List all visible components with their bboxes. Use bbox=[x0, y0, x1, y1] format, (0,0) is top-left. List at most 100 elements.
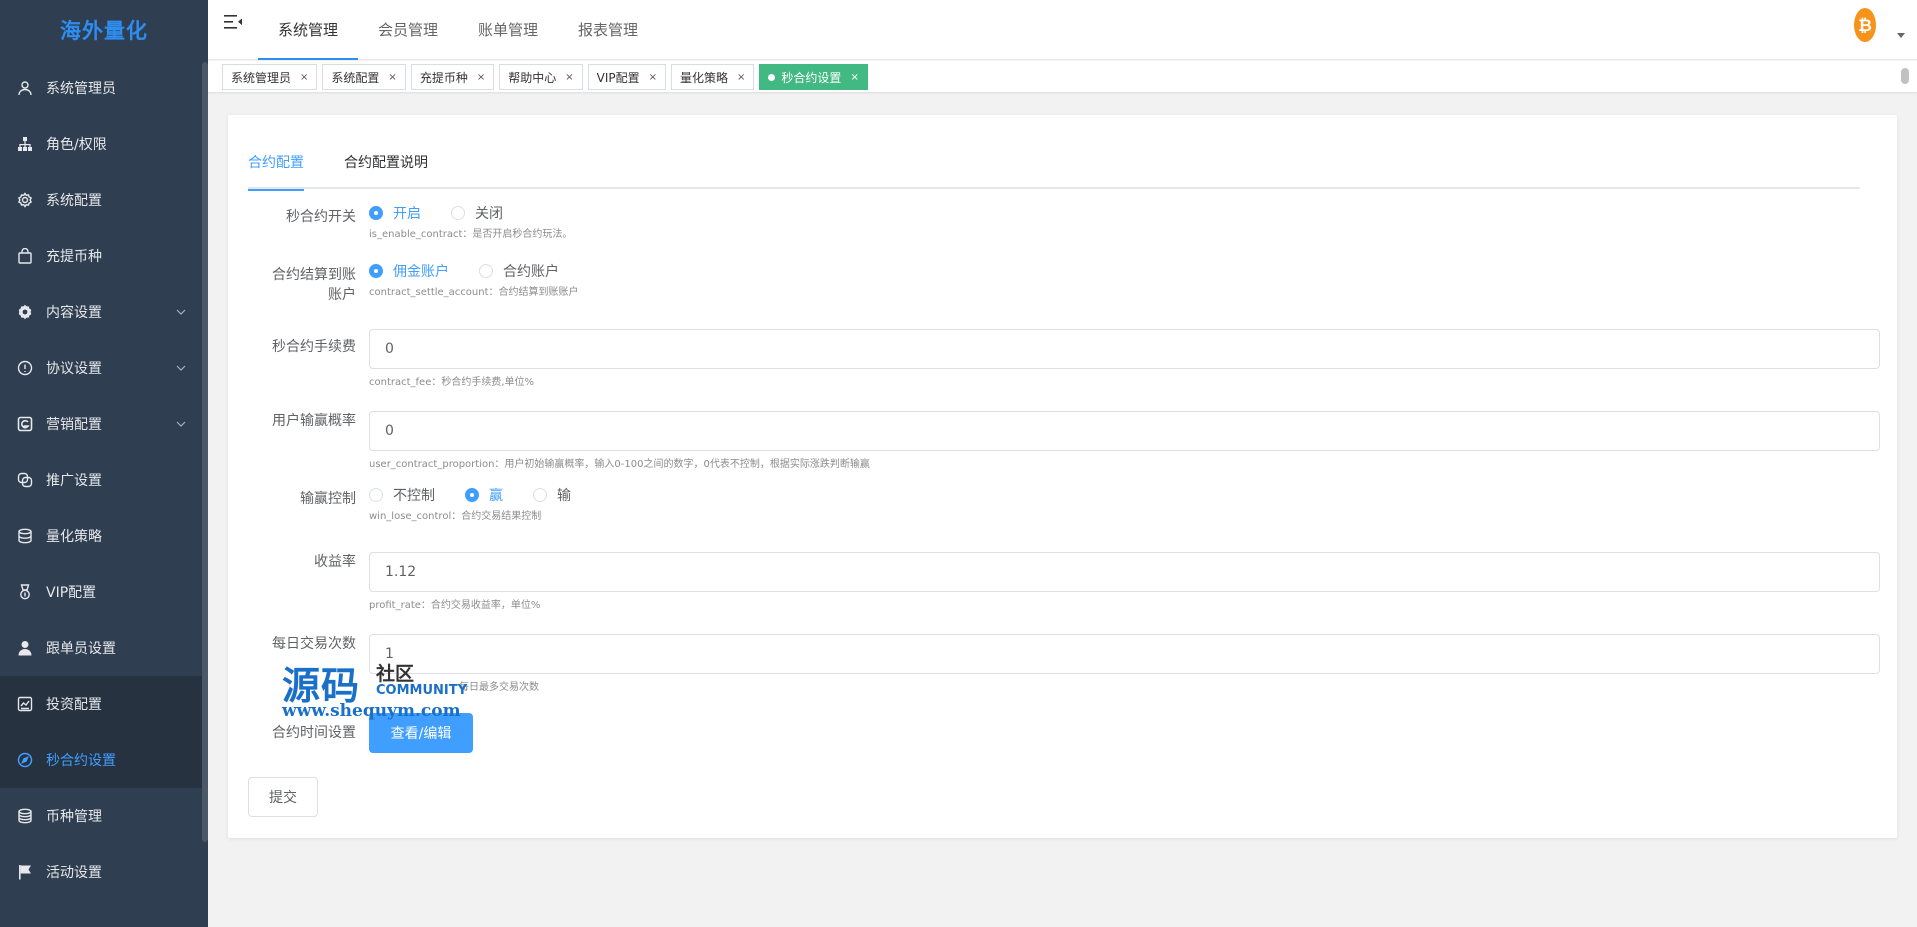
info-icon bbox=[17, 360, 33, 376]
radio-enable-off[interactable]: 关闭 bbox=[451, 203, 503, 223]
radio-control-lose[interactable]: 输 bbox=[533, 485, 571, 505]
profit-rate-input[interactable] bbox=[369, 552, 1880, 592]
sidebar-item-second-contract[interactable]: 秒合约设置 bbox=[0, 732, 208, 788]
tab-members[interactable]: 会员管理 bbox=[358, 0, 458, 60]
radio-label: 输 bbox=[557, 488, 571, 504]
sidebar-item-label: 系统管理员 bbox=[46, 81, 116, 97]
sidebar-item-activity[interactable]: 活动设置 bbox=[0, 844, 208, 900]
sitemap-icon bbox=[17, 136, 33, 152]
caret-down-icon[interactable] bbox=[1897, 33, 1905, 38]
radio-settle-contract[interactable]: 合约账户 bbox=[479, 261, 559, 281]
sidebar-item-roles[interactable]: 角色/权限 bbox=[0, 116, 208, 172]
menu-toggle-icon[interactable] bbox=[224, 14, 242, 30]
fee-input[interactable] bbox=[369, 329, 1880, 369]
tags-view: 系统管理员 × 系统配置 × 充提币种 × 帮助中心 × VIP配置 × 量化策略 × 秒合… bbox=[208, 61, 1917, 93]
top-header: 系统管理 会员管理 账单管理 报表管理 ₿ bbox=[208, 0, 1917, 60]
enable-radio-group: 开启 关闭 bbox=[369, 203, 1860, 223]
form-label: 每日交易次数 bbox=[272, 636, 356, 652]
radio-settle-commission[interactable]: 佣金账户 bbox=[369, 261, 449, 281]
radio-label: 赢 bbox=[489, 488, 503, 504]
sidebar-item-label: 跟单员设置 bbox=[46, 641, 116, 657]
sidebar-item-label: 角色/权限 bbox=[46, 137, 107, 153]
close-icon[interactable]: × bbox=[850, 72, 858, 83]
radio-circle bbox=[369, 488, 383, 502]
coins-icon bbox=[17, 808, 33, 824]
tag-label: 系统配置 bbox=[331, 70, 380, 85]
sidebar-scrollbar[interactable] bbox=[202, 62, 208, 842]
database-icon bbox=[17, 528, 33, 544]
radio-control-none[interactable]: 不控制 bbox=[369, 485, 435, 505]
tab-reports[interactable]: 报表管理 bbox=[558, 0, 658, 60]
view-edit-button[interactable]: 查看/编辑 bbox=[369, 713, 473, 753]
tag-currency[interactable]: 充提币种 × bbox=[410, 64, 495, 90]
sidebar-item-vip[interactable]: VIP配置 bbox=[0, 564, 208, 620]
sidebar-item-system-config[interactable]: 系统配置 bbox=[0, 172, 208, 228]
chart-icon bbox=[17, 696, 33, 712]
tagbar-scrollbar[interactable] bbox=[1901, 68, 1909, 84]
form-label: 秒合约开关 bbox=[286, 209, 356, 225]
close-icon[interactable]: × bbox=[649, 72, 657, 83]
sidebar-item-label: VIP配置 bbox=[46, 585, 97, 601]
tag-admin[interactable]: 系统管理员 × bbox=[222, 64, 318, 90]
medal-icon bbox=[17, 584, 33, 600]
sidebar-item-label: 内容设置 bbox=[46, 305, 102, 321]
tag-help[interactable]: 帮助中心 × bbox=[499, 64, 583, 90]
marketing-icon bbox=[17, 416, 33, 432]
close-icon[interactable]: × bbox=[388, 72, 396, 83]
tag-quant[interactable]: 量化策略 × bbox=[671, 64, 755, 90]
tag-system-config[interactable]: 系统配置 × bbox=[322, 64, 406, 90]
tab-bills[interactable]: 账单管理 bbox=[458, 0, 558, 60]
close-icon[interactable]: × bbox=[300, 72, 308, 83]
tab-contract-config-desc[interactable]: 合约配置说明 bbox=[344, 143, 428, 189]
field-hint: contract_settle_account：合约结算到账账户 bbox=[369, 287, 579, 298]
close-icon[interactable]: × bbox=[565, 72, 573, 83]
form-label: 秒合约手续费 bbox=[272, 339, 356, 355]
submit-button[interactable]: 提交 bbox=[248, 777, 318, 817]
tag-second-contract[interactable]: 秒合约设置 × bbox=[759, 64, 868, 90]
sidebar-item-content[interactable]: 内容设置 bbox=[0, 284, 208, 340]
bag-icon bbox=[17, 248, 33, 264]
bitcoin-avatar-icon[interactable]: ₿ bbox=[1853, 7, 1877, 43]
sidebar-item-label: 充提币种 bbox=[46, 249, 102, 265]
radio-label: 开启 bbox=[393, 206, 421, 222]
daily-trades-input[interactable] bbox=[369, 634, 1880, 674]
radio-circle bbox=[369, 264, 383, 278]
content-tabs: 合约配置 合约配置说明 bbox=[248, 143, 1860, 191]
tab-contract-config[interactable]: 合约配置 bbox=[248, 143, 304, 191]
sidebar-item-protocol[interactable]: 协议设置 bbox=[0, 340, 208, 396]
tag-label: 量化策略 bbox=[680, 70, 729, 85]
radio-control-win[interactable]: 赢 bbox=[465, 485, 503, 505]
sidebar-item-label: 量化策略 bbox=[46, 529, 102, 545]
sidebar-item-quant[interactable]: 量化策略 bbox=[0, 508, 208, 564]
radio-circle bbox=[369, 206, 383, 220]
field-hint: profit_rate：合约交易收益率，单位% bbox=[369, 600, 541, 611]
sidebar-item-label: 投资配置 bbox=[46, 697, 102, 713]
radio-enable-on[interactable]: 开启 bbox=[369, 203, 421, 223]
sidebar-item-admin[interactable]: 系统管理员 bbox=[0, 60, 208, 116]
flag-icon bbox=[17, 864, 33, 880]
form-label: 用户输赢概率 bbox=[272, 413, 356, 429]
radio-circle bbox=[479, 264, 493, 278]
radio-circle bbox=[465, 488, 479, 502]
sidebar-item-marketing[interactable]: 营销配置 bbox=[0, 396, 208, 452]
settle-radio-group: 佣金账户 合约账户 bbox=[369, 261, 1860, 281]
tab-system[interactable]: 系统管理 bbox=[258, 0, 359, 60]
sidebar-item-coins[interactable]: 币种管理 bbox=[0, 788, 208, 844]
close-icon[interactable]: × bbox=[477, 72, 485, 83]
field-hint: user_contract_proportion：用户初始输赢概率，输入0-10… bbox=[369, 459, 870, 470]
sidebar-item-investment[interactable]: 投资配置 bbox=[0, 676, 208, 732]
sidebar-item-currency[interactable]: 充提币种 bbox=[0, 228, 208, 284]
sidebar-item-follower[interactable]: 跟单员设置 bbox=[0, 620, 208, 676]
field-hint: is_enable_contract：是否开启秒合约玩法。 bbox=[369, 229, 573, 240]
tag-vip[interactable]: VIP配置 × bbox=[587, 64, 667, 90]
sidebar-item-label: 系统配置 bbox=[46, 193, 102, 209]
person-icon bbox=[17, 640, 33, 656]
close-icon[interactable]: × bbox=[737, 72, 745, 83]
sidebar-item-promotion[interactable]: 推广设置 bbox=[0, 452, 208, 508]
user-icon bbox=[17, 80, 33, 96]
field-hint: 每日最多交易次数 bbox=[459, 682, 539, 693]
sidebar: 海外量化 系统管理员 角色/权限 系统配置 充提币种 内容设置 协议设置 营销配… bbox=[0, 0, 208, 927]
proportion-input[interactable] bbox=[369, 411, 1880, 451]
active-dot-icon bbox=[768, 73, 776, 81]
svg-text:₿: ₿ bbox=[1858, 16, 1872, 36]
